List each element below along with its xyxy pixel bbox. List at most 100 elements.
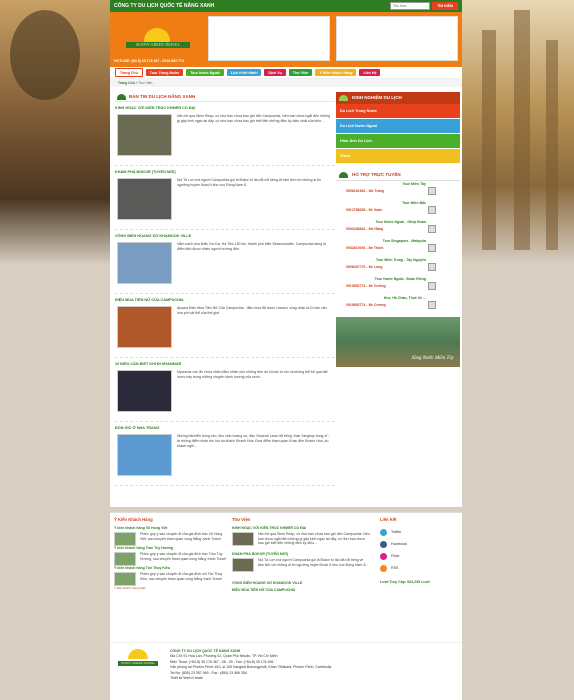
search-button[interactable]: TÌM KIẾM [432,2,458,10]
support-item: Tour Singapore - Malaysia 0932610091 - Mr… [336,238,460,257]
library-thumbnail[interactable] [232,558,254,572]
testimonial-thumbnail[interactable] [114,532,136,546]
support-phone: 0908161661 - Ms Trang [346,189,384,193]
support-group: Tour Singapore - Malaysia [382,239,426,243]
nav-item[interactable]: Tour Trong Nước [145,69,184,76]
background-right-photo [462,0,574,265]
experience-item[interactable]: Video [336,149,460,164]
library-link[interactable]: ĐIỆU MÚA TIÊN NỮ CỦA CAMPUCHIA [232,588,374,592]
news-title[interactable]: VÒNG BIỂN HOANG SƠ KHAMOOK VILLE [115,234,335,238]
news-title[interactable]: ĐÓN GIÓ Ở NHA TRANG [115,426,335,430]
nav-item[interactable]: Liên Hệ [359,69,381,76]
footer-tel: Tel No: (855) 23 357 969 , Fax : (855) 2… [170,670,248,675]
mekong-photo[interactable]: Sông Nước Miền Tây [336,317,460,367]
breadcrumb-home[interactable]: Trang Chủ [118,81,135,85]
news-thumbnail[interactable] [117,242,172,284]
support-phone: 0908437770 - Mr Long [346,265,383,269]
link-item[interactable]: Twitter [380,526,460,538]
news-item: ĐÓN GIÓ Ở NHA TRANG Những bãi biển trong … [115,422,335,486]
sun-icon [144,28,170,42]
chat-icon[interactable] [428,225,436,233]
testimonial-name[interactable]: Ý kiến khách hàng Trần Tùy Hương [114,546,230,551]
support-phone: 0919852774 - Mr Cường [346,284,386,288]
news-thumbnail[interactable] [117,178,172,220]
chat-icon[interactable] [428,187,436,195]
banner-slot-2 [336,16,458,61]
library-thumbnail[interactable] [232,532,254,546]
link-item[interactable]: Flickr [380,550,460,562]
chat-icon[interactable] [428,244,436,252]
right-sidebar: KINH NGHIỆM DU LỊCH Du Lịch Trong Nước Du… [336,92,460,367]
testimonial-item: Ý kiến khách hàng Trần Tùy Hương Phiều gó… [114,546,230,566]
nav-item[interactable]: Tour Nước Ngoài [186,69,224,76]
testimonial-text: Phiều góp ý sau chuyến đi của gia đình b… [140,552,226,561]
testimonial-name[interactable]: Ý kiến khách hàng Võ Hùng Việt [114,526,230,531]
search-input[interactable]: Tìm Ken... [390,2,430,10]
news-title[interactable]: KINH NGẠC VỚI KIẾN TRÚC KHMER CỔ ĐẠI [115,106,335,110]
testimonial-text: Phiều góp ý sau chuyến đi của gia đình c… [140,572,223,581]
footer-logo-brand: SUNNY GREEN TRAVEL [118,661,158,666]
experience-item[interactable]: Du Lịch Trong Nước [336,104,460,119]
support-phone: 0933438831 - Ms Hằng [346,227,384,231]
library-text: Núi Tà Lơn mà người Campuchia gọi là Bok… [258,558,367,567]
news-title[interactable]: KHÁM PHÁ BOKOR (TUYẾN MỚI) [115,170,335,174]
footer-logo[interactable]: SUNNY GREEN TRAVEL [116,649,160,683]
footer-office: Văn phòng tại Phnôm Pênh: #10, st 105 Sa… [170,665,332,670]
nav-item[interactable]: Dịch Vụ [264,69,286,76]
testimonials-more-link[interactable]: Ý kiến khách hàng khác [114,586,230,590]
news-item: KHÁM PHÁ BOKOR (TUYẾN MỚI) Núi Tà Lơn mà … [115,166,335,230]
leaf-icon [339,172,348,178]
news-section-title: BẢN TIN DU LỊCH NẮNG XANH [115,92,335,102]
link-label: Twitter [391,530,402,534]
news-column: BẢN TIN DU LỊCH NẮNG XANH KINH NGẠC VỚI … [115,92,335,486]
testimonial-name[interactable]: Ý kiến khách hàng Tôn Thụy Kiều [114,566,230,571]
library-column: Thư Viện KINH NGẠC VỚI KIẾN TRÚC KHMER C… [232,517,374,592]
banner-slot-1 [208,16,330,61]
library-item-title[interactable]: KHÁM PHÁ BOKOR (TUYẾN MỚI) [232,552,374,557]
leaf-icon [117,94,126,100]
chat-icon[interactable] [428,282,436,290]
rss-icon [380,564,387,572]
support-item: Tour Miền Bắc 0912788539 - Mr Xuân [336,200,460,219]
chat-icon[interactable] [428,263,436,271]
chat-icon[interactable] [428,301,436,309]
experience-item[interactable]: Du Lịch Nước Ngoài [336,119,460,134]
link-item[interactable]: RSS [380,562,460,574]
nav-item[interactable]: Thư Viện [288,69,313,76]
support-phone: 0912788539 - Mr Xuân [346,208,383,212]
chat-icon[interactable] [428,206,436,214]
news-thumbnail[interactable] [117,434,172,476]
footer-info: CÔNG TY DU LỊCH QUỐC TẾ NẮNG XANH Địa Ch… [170,649,331,681]
testimonial-text: Phiều góp ý sau chuyến đi của gia đình b… [140,532,223,541]
background-left-photo [0,0,110,265]
footer-design[interactable]: Thiết kế Web iCreate [170,676,203,680]
nav-item[interactable]: Lịch Khởi Hành [226,69,262,76]
logo-brand: SUNNY GREEN TRAVEL [126,42,190,48]
news-thumbnail[interactable] [117,370,172,412]
news-title[interactable]: ĐIỆU MÚA TIÊN NỮ CỦA CAMPUCHIA [115,298,335,302]
nav-item[interactable]: Ý Kiến Khách Hàng [315,69,357,76]
experience-item[interactable]: Hình Ảnh Du Lịch [336,134,460,149]
testimonial-thumbnail[interactable] [114,572,136,586]
news-item: KINH NGẠC VỚI KIẾN TRÚC KHMER CỔ ĐẠI Nếu … [115,102,335,166]
news-thumbnail[interactable] [117,306,172,348]
sun-icon [128,649,148,659]
news-item: VÒNG BIỂN HOANG SƠ KHAMOOK VILLE Nằm cách… [115,230,335,294]
links-title: Liên Kết [380,517,397,522]
facebook-icon [380,540,387,548]
company-name: CÔNG TY DU LỊCH QUỐC TẾ NẮNG XANH [114,3,215,9]
footer-columns: Ý Kiến Khách Hàng Ý kiến khách hàng Võ H… [110,512,462,642]
link-item[interactable]: Facebook [380,538,460,550]
experience-title: KINH NGHIỆM DU LỊCH [336,92,460,104]
logo[interactable]: SUNNY GREEN TRAVEL [118,28,198,58]
news-title[interactable]: 10 ĐIỀU CẦN BIẾT KHI ĐI MYANMAR [115,362,335,366]
support-phone: 0932610091 - Mr Thịnh [346,246,384,250]
library-link[interactable]: VÒNG BIỂN HOANG SƠ KHAMOOK VILLE [232,581,374,585]
support-group: Tour Nước Ngoài - Ghép Đoàn [375,220,426,224]
library-item-title[interactable]: KINH NGẠC VỚI KIẾN TRÚC KHMER CỔ ĐẠI [232,526,374,531]
support-item: Tour Nước Ngoài - Đoàn Riêng 0919852774 -… [336,276,460,295]
news-excerpt: Myanmar còn ẩn chứa nhiều điều khiến cho… [177,370,328,379]
news-thumbnail[interactable] [117,114,172,156]
nav-item[interactable]: Trang Chủ [115,68,143,77]
testimonial-thumbnail[interactable] [114,552,136,566]
